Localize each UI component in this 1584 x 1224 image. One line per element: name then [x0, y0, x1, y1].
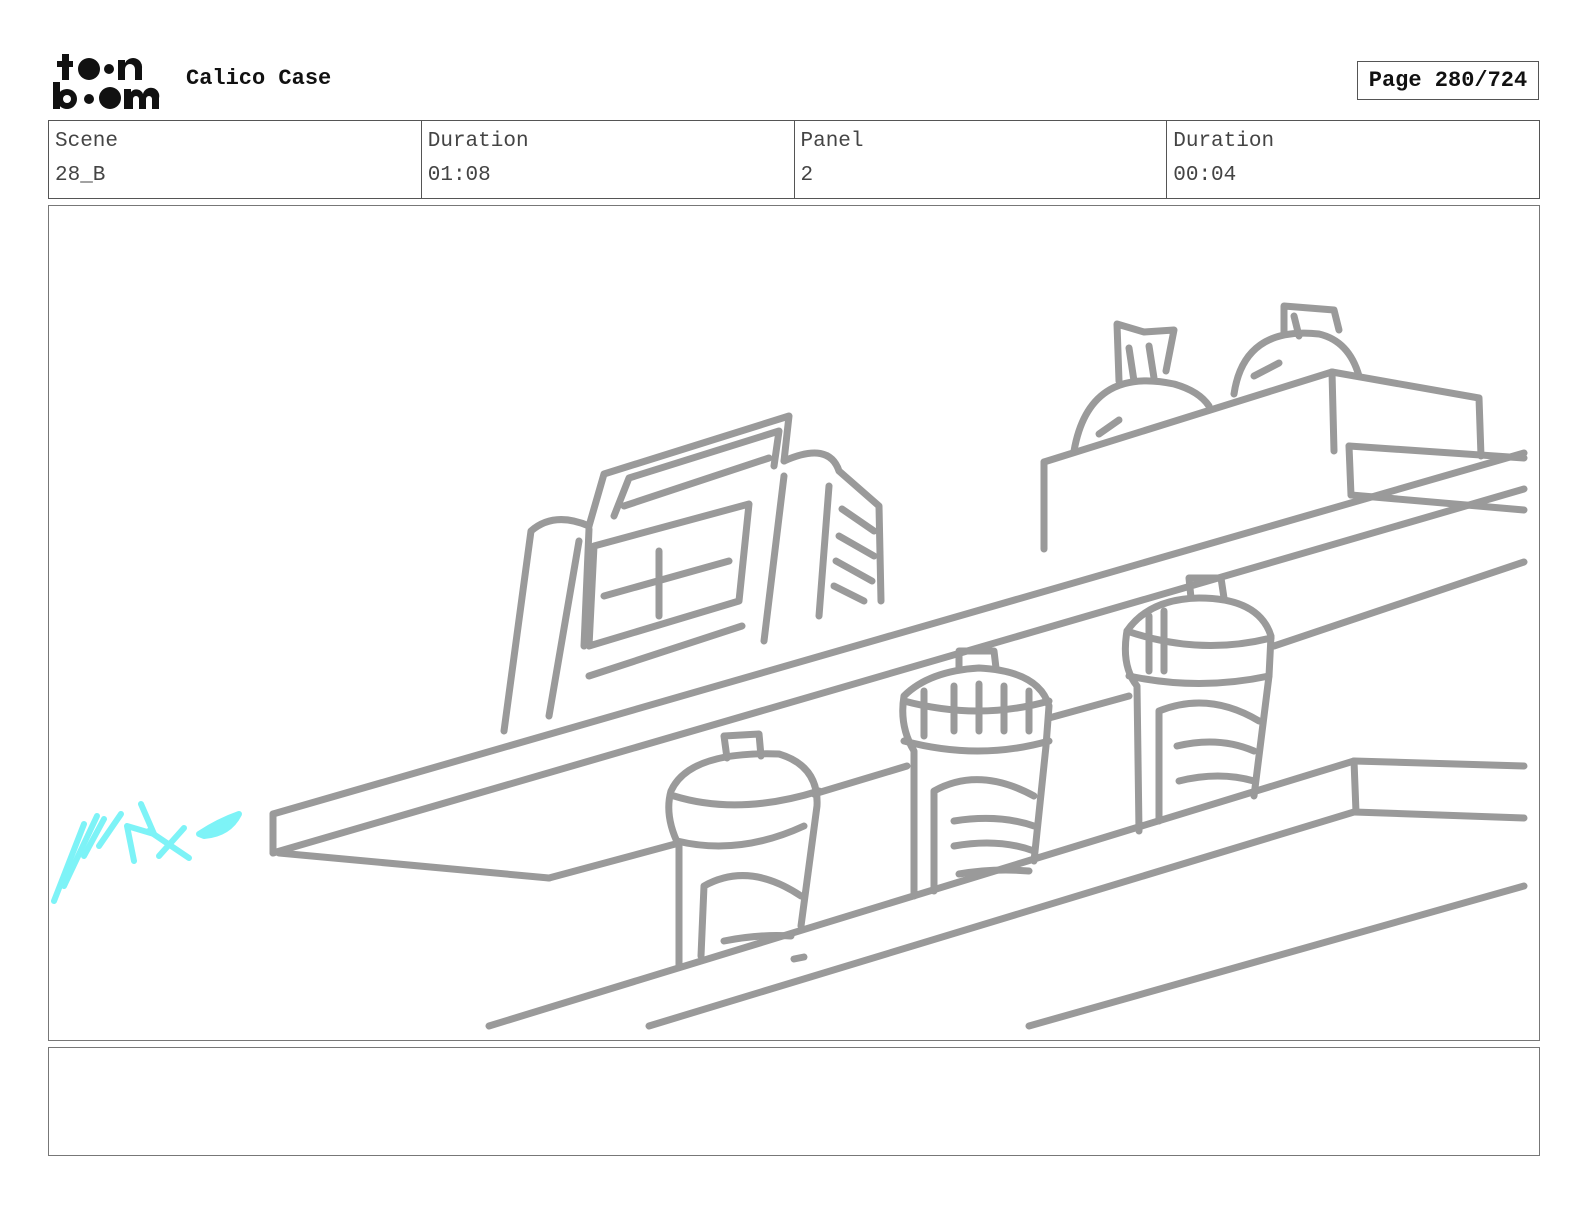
page-counter: Page 280/724	[1357, 61, 1539, 100]
panel-label: Panel	[800, 130, 864, 153]
panel-duration-label: Duration	[1173, 130, 1275, 153]
scene-duration-value: 01:08	[427, 164, 491, 187]
panel-info-table: Scene 28_B Duration 01:08 Panel 2 Durati…	[48, 120, 1540, 199]
scene-value: 28_B	[55, 164, 106, 187]
scene-duration-label: Duration	[427, 130, 529, 153]
panel-value: 2	[800, 164, 814, 187]
scene-duration-cell: Duration 01:08	[420, 121, 794, 198]
panel-duration-cell: Duration 00:04	[1166, 121, 1539, 198]
scene-cell: Scene 28_B	[49, 121, 421, 198]
panel-notes-box	[48, 1047, 1540, 1156]
storyboard-panel-image	[48, 205, 1540, 1041]
panel-cell: Panel 2	[793, 121, 1167, 198]
project-title: Calico Case	[186, 66, 332, 91]
panel-duration-value: 00:04	[1173, 164, 1237, 187]
toon-boom-logo	[52, 52, 164, 112]
scene-label: Scene	[55, 130, 119, 153]
